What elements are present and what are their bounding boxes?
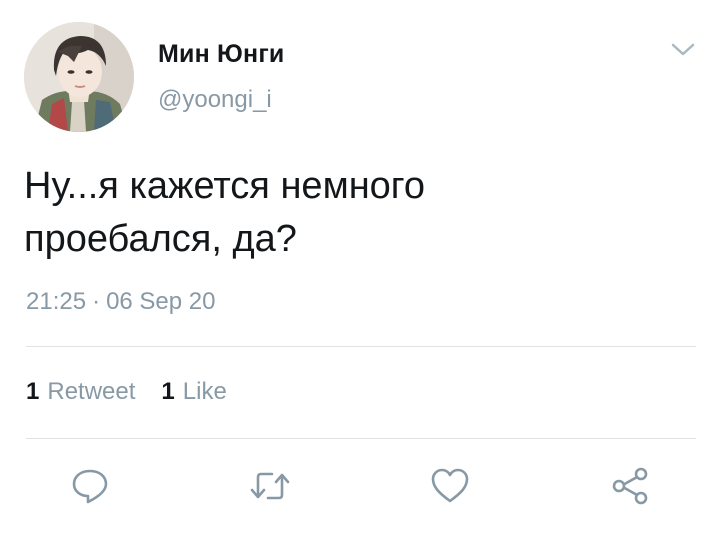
likes-label: Like xyxy=(182,378,227,405)
tweet-text-line: проебался, да? xyxy=(24,218,297,260)
tweet-text: Ну...я кажется немного проебался, да? xyxy=(24,160,684,266)
share-button[interactable] xyxy=(606,462,654,510)
display-name[interactable]: Мин Юнги xyxy=(158,40,285,69)
tweet-text-line: Ну...я кажется немного xyxy=(24,165,425,207)
tweet-stats: 1 Retweet 1 Like xyxy=(26,378,227,406)
tweet-header: Мин Юнги @yoongi_i xyxy=(24,22,696,134)
retweet-button[interactable] xyxy=(246,462,294,510)
retweets-count: 1 xyxy=(26,378,40,405)
share-icon xyxy=(612,467,648,505)
reply-icon xyxy=(72,469,108,504)
user-handle[interactable]: @yoongi_i xyxy=(158,86,272,114)
tweet-timestamp[interactable]: 21:25 · 06 Sep 20 xyxy=(26,288,216,316)
tweet-time: 21:25 xyxy=(26,288,87,315)
likes-stat[interactable]: 1 Like xyxy=(161,378,226,406)
profile-photo-icon xyxy=(24,22,134,132)
heart-icon xyxy=(431,468,469,503)
likes-count: 1 xyxy=(161,378,175,405)
chevron-down-icon[interactable] xyxy=(670,40,696,60)
retweet-icon xyxy=(250,472,290,500)
meta-separator: · xyxy=(92,288,101,315)
divider xyxy=(26,346,696,347)
like-button[interactable] xyxy=(426,462,474,510)
reply-button[interactable] xyxy=(66,462,114,510)
divider xyxy=(26,438,696,439)
retweets-stat[interactable]: 1 Retweet xyxy=(26,378,135,406)
retweets-label: Retweet xyxy=(47,378,136,405)
avatar[interactable] xyxy=(24,22,134,132)
tweet-date: 06 Sep 20 xyxy=(106,288,216,315)
tweet-actions xyxy=(0,462,720,512)
